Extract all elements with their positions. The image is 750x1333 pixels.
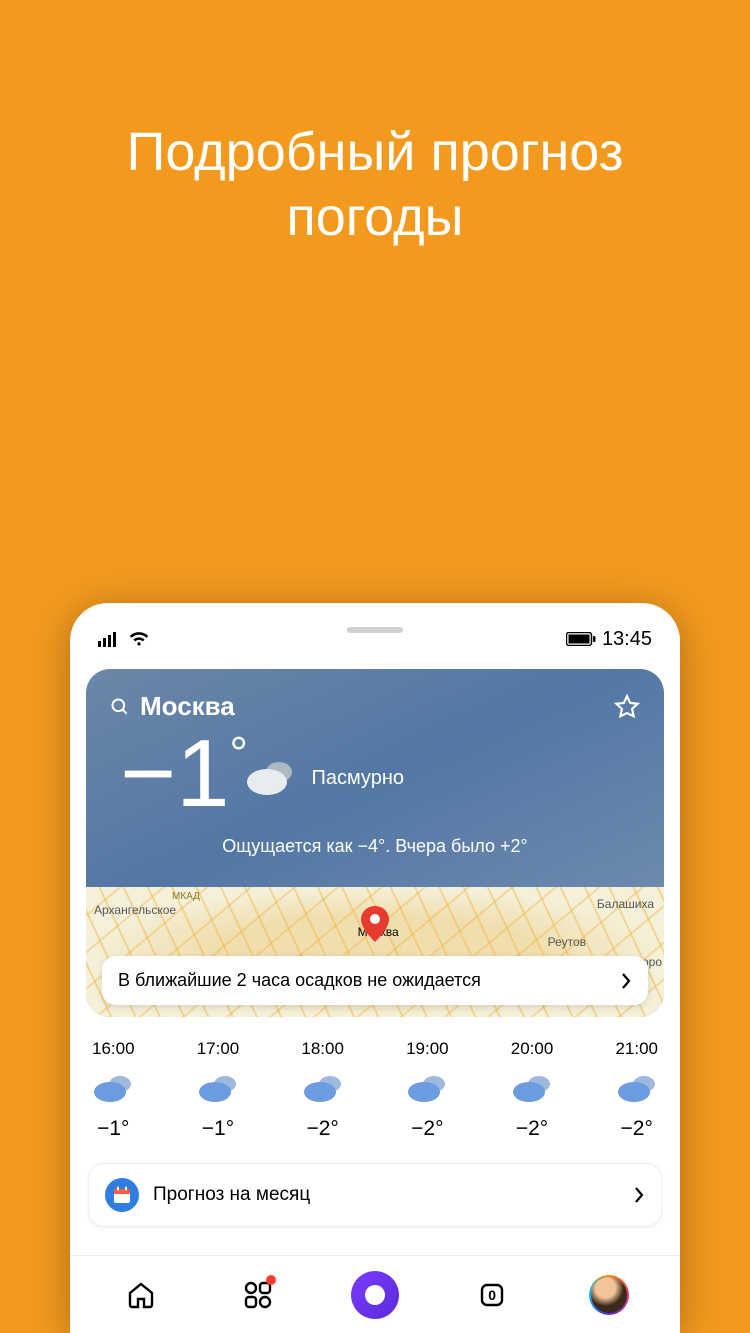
precipitation-pill[interactable]: В ближайшие 2 часа осадков не ожидается <box>102 956 648 1005</box>
tabs-count: 0 <box>488 1287 496 1303</box>
hourly-item: 16:00 −1° <box>92 1039 135 1141</box>
hour-weather-icon <box>616 1073 658 1103</box>
hourly-item: 18:00 −2° <box>301 1039 344 1141</box>
notification-dot-icon <box>266 1275 276 1285</box>
location-button[interactable]: Москва <box>110 691 235 722</box>
hour-time: 20:00 <box>511 1039 554 1059</box>
hour-time: 17:00 <box>197 1039 240 1059</box>
nav-tabs-button[interactable]: 0 <box>468 1271 516 1319</box>
hour-time: 18:00 <box>301 1039 344 1059</box>
precipitation-map[interactable]: Архангельское МКАД Балашиха Реутов Желез… <box>86 887 664 1017</box>
favorite-button[interactable] <box>614 694 640 720</box>
hourly-item: 19:00 −2° <box>406 1039 449 1141</box>
battery-icon <box>566 632 596 646</box>
hour-weather-icon <box>406 1073 448 1103</box>
weather-card: Москва −1° Пасмурно Ощущается как −4°. В… <box>86 669 664 1017</box>
map-city-label: Архангельское <box>94 903 176 917</box>
nav-home-button[interactable] <box>117 1271 165 1319</box>
nav-services-button[interactable] <box>234 1271 282 1319</box>
hourly-item: 20:00 −2° <box>511 1039 554 1141</box>
promo-headline: Подробный прогноз погоды <box>0 0 750 250</box>
hour-time: 16:00 <box>92 1039 135 1059</box>
signal-icon <box>98 631 120 647</box>
hour-temp: −2° <box>621 1117 653 1141</box>
condition-label: Пасмурно <box>311 767 404 790</box>
phone-notch <box>347 627 403 633</box>
calendar-icon <box>105 1178 139 1212</box>
hour-time: 21:00 <box>615 1039 658 1059</box>
chevron-right-icon <box>633 1186 645 1204</box>
search-icon <box>110 697 130 717</box>
map-city-label: Балашиха <box>597 897 654 911</box>
bottom-nav: 0 <box>70 1255 680 1333</box>
hour-time: 19:00 <box>406 1039 449 1059</box>
clock-label: 13:45 <box>602 628 652 651</box>
feels-like-label: Ощущается как −4°. Вчера было +2° <box>110 836 640 857</box>
monthly-forecast-button[interactable]: Прогноз на месяц <box>88 1163 662 1227</box>
hour-temp: −2° <box>411 1117 443 1141</box>
phone-frame: 13:45 Москва −1° <box>70 603 680 1333</box>
hour-temp: −1° <box>97 1117 129 1141</box>
hour-weather-icon <box>197 1073 239 1103</box>
cloudy-icon <box>245 758 299 798</box>
nav-profile-button[interactable] <box>585 1271 633 1319</box>
city-label: Москва <box>140 691 235 722</box>
hour-temp: −2° <box>516 1117 548 1141</box>
hourly-forecast[interactable]: 16:00 −1° 17:00 −1° 18:00 −2° 19:00 −2° … <box>70 1017 680 1151</box>
hour-weather-icon <box>511 1073 553 1103</box>
chevron-right-icon <box>620 972 632 990</box>
hourly-item: 17:00 −1° <box>197 1039 240 1141</box>
alisa-icon <box>351 1271 399 1319</box>
hour-weather-icon <box>92 1073 134 1103</box>
hour-temp: −1° <box>202 1117 234 1141</box>
hour-temp: −2° <box>306 1117 338 1141</box>
avatar-icon <box>589 1275 629 1315</box>
map-road-label: МКАД <box>172 891 200 902</box>
current-temperature: −1° <box>110 726 229 822</box>
wifi-icon <box>128 631 150 647</box>
monthly-forecast-label: Прогноз на месяц <box>153 1184 310 1206</box>
map-pin-icon <box>361 906 389 942</box>
hour-weather-icon <box>302 1073 344 1103</box>
map-city-label: Реутов <box>548 935 586 949</box>
precipitation-text: В ближайшие 2 часа осадков не ожидается <box>118 970 481 991</box>
nav-alisa-button[interactable] <box>351 1271 399 1319</box>
hourly-item: 21:00 −2° <box>615 1039 658 1141</box>
